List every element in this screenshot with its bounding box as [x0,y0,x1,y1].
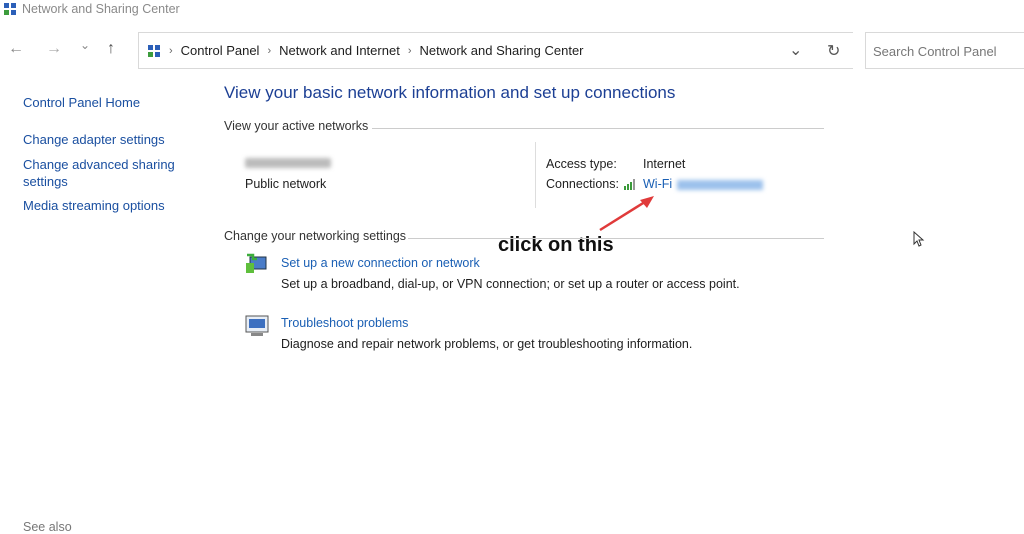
wifi-connection-link[interactable]: Wi-Fi [643,177,672,191]
setup-connection-link[interactable]: Set up a new connection or network [281,256,480,270]
chevron-right-icon: › [169,44,173,57]
page-title: View your basic network information and … [224,83,676,102]
up-button[interactable]: ↑ [107,40,115,58]
network-name-redacted [245,158,331,168]
access-type-label: Access type: [546,157,617,171]
sidebar-item-advanced-sharing[interactable]: Change advanced sharing settings [23,156,183,190]
active-networks-label: View your active networks [224,119,369,133]
chevron-right-icon: › [407,44,412,57]
wifi-signal-icon [624,179,635,190]
annotation-arrow [599,196,654,232]
back-button[interactable]: ← [8,40,24,58]
breadcrumb-item[interactable]: Network and Sharing Center [419,43,583,58]
troubleshoot-link[interactable]: Troubleshoot problems [281,316,408,330]
divider [535,142,536,208]
forward-button[interactable]: → [46,40,62,58]
see-also-label: See also [23,520,72,534]
troubleshoot-description: Diagnose and repair network problems, or… [281,337,693,351]
connections-label: Connections: [546,177,619,191]
breadcrumb-item[interactable]: Control Panel [181,43,260,58]
network-type: Public network [245,177,327,191]
wifi-name-redacted[interactable] [677,180,763,190]
window-title: Network and Sharing Center [22,2,180,16]
new-connection-icon [246,253,267,273]
access-type-value: Internet [643,157,686,171]
divider [408,238,824,239]
change-settings-label: Change your networking settings [224,229,407,243]
address-bar[interactable]: › Control Panel › Network and Internet ›… [138,32,853,69]
troubleshoot-icon [245,315,269,336]
sidebar-item-control-panel-home[interactable]: Control Panel Home [23,94,140,111]
refresh-button[interactable]: ↻ [827,41,840,61]
control-panel-icon [4,3,16,15]
setup-connection-description: Set up a broadband, dial-up, or VPN conn… [281,277,740,291]
mouse-cursor-icon [913,231,925,247]
sidebar-item-adapter-settings[interactable]: Change adapter settings [23,131,165,148]
divider [372,128,824,129]
recent-locations-button[interactable]: ⌄ [80,38,90,52]
chevron-right-icon: › [267,44,272,57]
sidebar-item-media-streaming[interactable]: Media streaming options [23,197,165,214]
control-panel-icon [148,44,160,57]
address-dropdown-button[interactable]: ⌄ [789,40,802,60]
breadcrumb-item[interactable]: Network and Internet [279,43,400,58]
search-input[interactable]: Search Control Panel [865,32,1024,69]
